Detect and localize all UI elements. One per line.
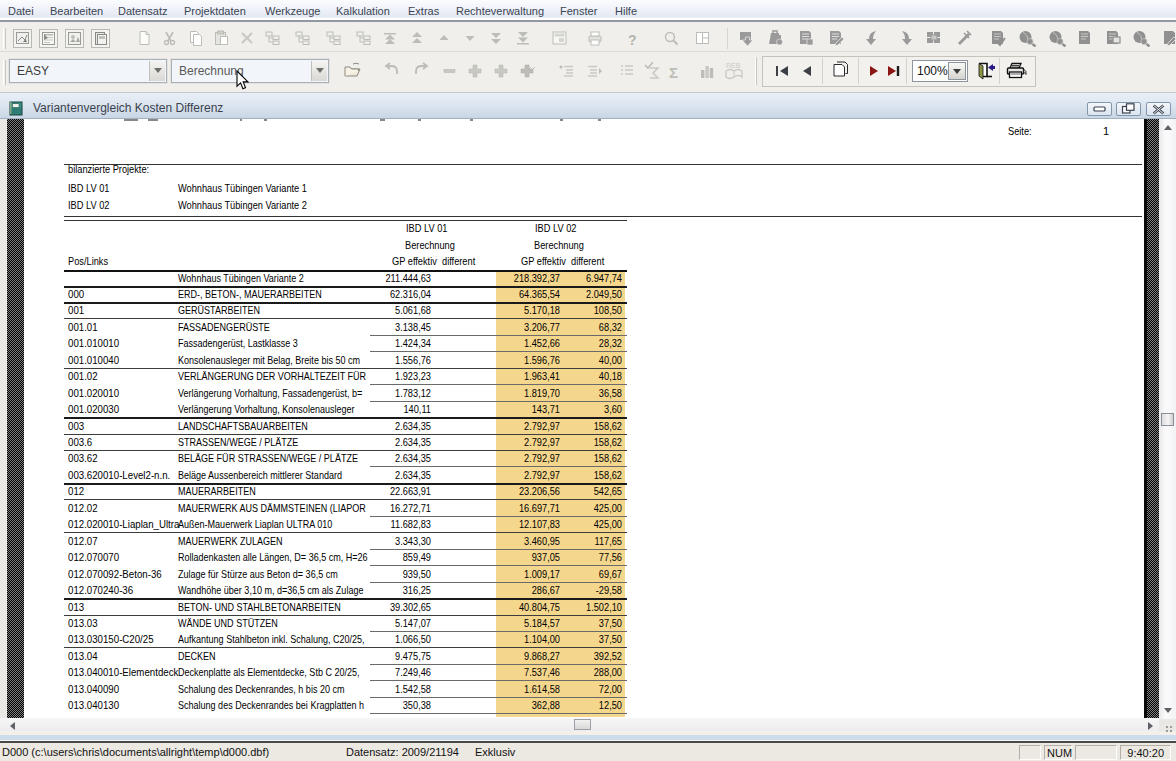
- svg-text:REB: REB: [726, 62, 741, 69]
